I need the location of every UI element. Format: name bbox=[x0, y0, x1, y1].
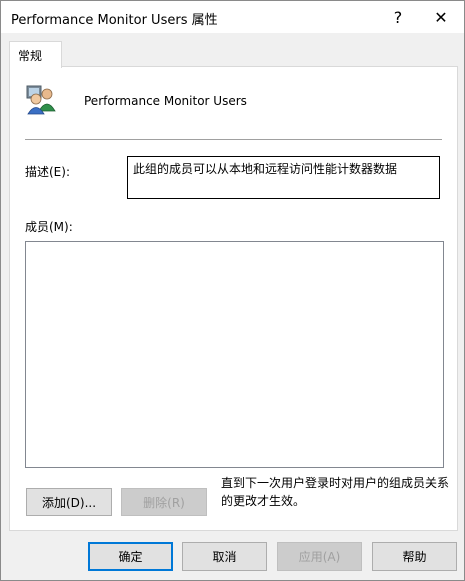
general-panel: Performance Monitor Users 描述(E): 此组的成员可以… bbox=[9, 66, 458, 531]
members-label: 成员(M): bbox=[25, 220, 73, 234]
remove-button[interactable]: 删除(R) bbox=[121, 488, 207, 516]
help-titlebar-button[interactable]: ? bbox=[375, 1, 421, 33]
question-icon: ? bbox=[393, 7, 403, 27]
help-button[interactable]: 帮助 bbox=[372, 542, 457, 571]
group-users-icon bbox=[26, 85, 56, 115]
membership-change-note: 直到下一次用户登录时对用户的组成员关系的更改才生效。 bbox=[221, 476, 450, 508]
window-title: Performance Monitor Users 属性 bbox=[11, 13, 218, 28]
members-list[interactable] bbox=[25, 241, 444, 468]
group-name: Performance Monitor Users bbox=[84, 94, 247, 108]
close-icon: ✕ bbox=[434, 7, 448, 27]
tab-general[interactable]: 常规 bbox=[9, 41, 62, 68]
divider bbox=[25, 139, 442, 140]
description-label: 描述(E): bbox=[25, 165, 70, 179]
tab-general-label: 常规 bbox=[18, 49, 43, 63]
description-field[interactable]: 此组的成员可以从本地和远程访问性能计数器数据 bbox=[127, 156, 440, 199]
properties-dialog: Performance Monitor Users 属性 ? ✕ 常规 Perf… bbox=[0, 0, 465, 581]
close-button[interactable]: ✕ bbox=[418, 1, 464, 33]
cancel-button[interactable]: 取消 bbox=[182, 542, 267, 571]
apply-button[interactable]: 应用(A) bbox=[277, 542, 362, 571]
title-bar: Performance Monitor Users 属性 ? ✕ bbox=[1, 1, 464, 33]
add-button[interactable]: 添加(D)... bbox=[26, 488, 112, 516]
ok-button[interactable]: 确定 bbox=[88, 542, 173, 571]
